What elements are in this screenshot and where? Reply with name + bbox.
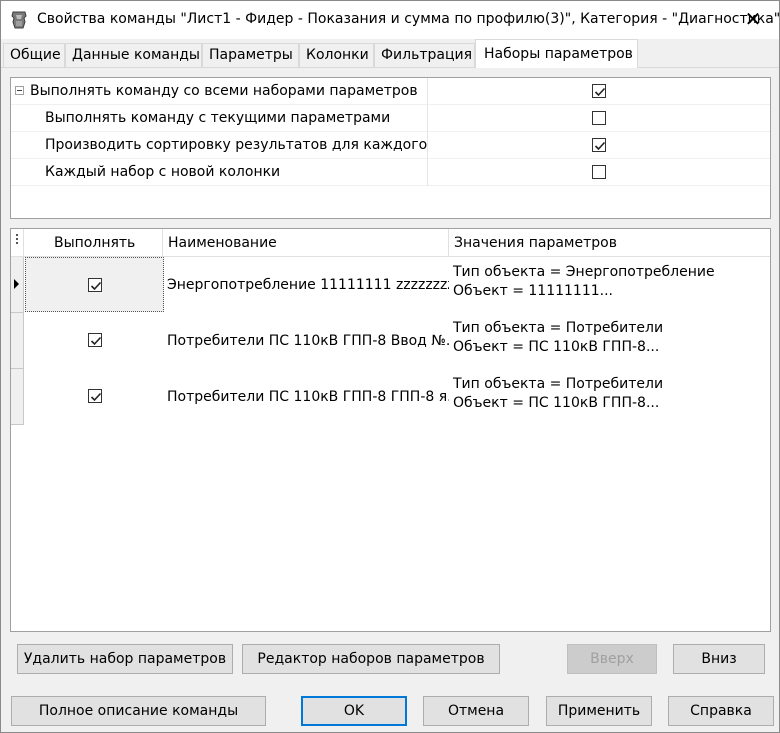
set-name-cell: Энергопотребление 11111111 zzzzzzzz...: [167, 277, 449, 293]
row-selector[interactable]: [11, 257, 24, 313]
set-values-cell: Тип объекта = Энергопотребление Объект =…: [453, 263, 715, 301]
checkmark-icon: [90, 392, 102, 402]
row-selector[interactable]: [11, 313, 24, 369]
delete-set-button[interactable]: Удалить набор параметров: [17, 644, 233, 674]
sort-each-set-checkbox[interactable]: [592, 138, 606, 152]
help-button[interactable]: Справка: [668, 696, 774, 726]
property-row: Выполнять команду со всеми наборами пара…: [11, 78, 770, 105]
cancel-button[interactable]: Отмена: [423, 696, 529, 726]
run-cell[interactable]: [25, 257, 164, 312]
tab-columns[interactable]: Колонки: [299, 43, 374, 67]
run-current-params-checkbox[interactable]: [592, 111, 606, 125]
param-value-line: Объект = ПС 110кВ ГПП-8...: [453, 339, 660, 355]
grid-menu-icon: [16, 234, 18, 244]
move-up-button[interactable]: Вверх: [567, 644, 657, 674]
tab-panel: Выполнять команду со всеми наборами пара…: [1, 67, 779, 690]
run-checkbox[interactable]: [88, 333, 102, 347]
apply-button[interactable]: Применить: [546, 696, 652, 726]
tab-filtering[interactable]: Фильтрация: [374, 43, 475, 67]
parameter-sets-grid: Выполнять Наименование Значения параметр…: [10, 228, 771, 632]
set-values-cell: Тип объекта = Потребители Объект = ПС 11…: [453, 375, 663, 413]
collapse-icon[interactable]: [15, 86, 24, 95]
column-header-values[interactable]: Значения параметров: [449, 229, 770, 257]
property-row: Каждый набор с новой колонки: [11, 159, 770, 186]
checkmark-icon: [594, 141, 606, 151]
property-label: Выполнять команду со всеми наборами пара…: [30, 83, 418, 99]
ok-button[interactable]: OK: [301, 696, 407, 726]
table-row[interactable]: Потребители ПС 110кВ ГПП-8 ГПП-8 я... Ти…: [11, 369, 770, 425]
current-row-arrow-icon: [14, 279, 19, 289]
property-label: Производить сортировку результатов для к…: [45, 137, 427, 153]
run-checkbox[interactable]: [88, 278, 102, 292]
run-checkbox[interactable]: [88, 389, 102, 403]
full-description-button[interactable]: Полное описание команды: [11, 696, 266, 726]
param-value-line: Объект = 11111111...: [453, 283, 614, 299]
tab-parameters[interactable]: Параметры: [202, 43, 299, 67]
checkmark-icon: [594, 87, 606, 97]
tab-parameter-sets[interactable]: Наборы параметров: [475, 39, 638, 68]
checkmark-icon: [90, 281, 102, 291]
checkmark-icon: [90, 336, 102, 346]
options-property-grid: Выполнять команду со всеми наборами пара…: [10, 77, 771, 219]
property-row: Производить сортировку результатов для к…: [11, 132, 770, 159]
property-label: Каждый набор с новой колонки: [45, 164, 281, 180]
new-column-per-set-checkbox[interactable]: [592, 165, 606, 179]
tab-strip: Общие Данные команды Параметры Колонки Ф…: [1, 39, 779, 68]
set-editor-button[interactable]: Редактор наборов параметров: [242, 644, 500, 674]
window-title: Свойства команды "Лист1 - Фидер - Показа…: [37, 11, 780, 27]
close-icon[interactable]: ✕: [741, 9, 765, 31]
param-value-line: Тип объекта = Энергопотребление: [453, 264, 715, 280]
property-row: Выполнять команду с текущими параметрами: [11, 105, 770, 132]
app-icon: [11, 11, 27, 29]
param-value-line: Тип объекта = Потребители: [453, 320, 664, 336]
run-all-sets-checkbox[interactable]: [592, 84, 606, 98]
param-value-line: Тип объекта = Потребители: [453, 376, 664, 392]
set-name-cell: Потребители ПС 110кВ ГПП-8 Ввод №...: [167, 333, 449, 349]
table-row[interactable]: Энергопотребление 11111111 zzzzzzzz... Т…: [11, 257, 770, 313]
tab-general[interactable]: Общие: [3, 43, 65, 67]
grid-header: Выполнять Наименование Значения параметр…: [11, 229, 770, 257]
set-values-cell: Тип объекта = Потребители Объект = ПС 11…: [453, 319, 663, 357]
move-down-button[interactable]: Вниз: [673, 644, 765, 674]
row-selector[interactable]: [11, 369, 24, 425]
column-header-name[interactable]: Наименование: [163, 229, 449, 257]
set-name-cell: Потребители ПС 110кВ ГПП-8 ГПП-8 я...: [167, 389, 449, 405]
dialog-window: Свойства команды "Лист1 - Фидер - Показа…: [0, 0, 780, 733]
title-bar: Свойства команды "Лист1 - Фидер - Показа…: [1, 1, 780, 39]
column-header-run[interactable]: Выполнять: [24, 229, 163, 257]
table-row[interactable]: Потребители ПС 110кВ ГПП-8 Ввод №... Тип…: [11, 313, 770, 369]
tab-command-data[interactable]: Данные команды: [65, 43, 202, 67]
param-value-line: Объект = ПС 110кВ ГПП-8...: [453, 395, 660, 411]
grid-corner[interactable]: [11, 229, 24, 257]
property-label: Выполнять команду с текущими параметрами: [45, 110, 391, 126]
